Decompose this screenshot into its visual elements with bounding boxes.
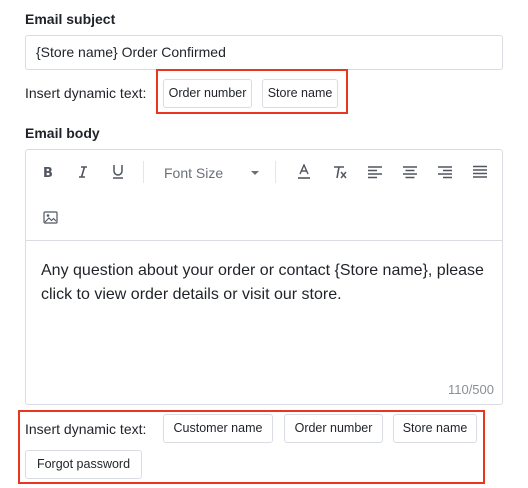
- email-body-editor[interactable]: B Font Size Any question about your orde…: [25, 149, 503, 405]
- email-subject-label: Email subject: [25, 11, 116, 27]
- subject-insert-dynamic-label: Insert dynamic text:: [25, 85, 147, 101]
- align-center-icon[interactable]: [400, 162, 420, 182]
- toolbar-separator: [143, 161, 144, 183]
- subject-chip-store-name[interactable]: Store name: [262, 79, 338, 108]
- body-chip-store-name[interactable]: Store name: [393, 414, 477, 443]
- align-justify-icon[interactable]: [470, 162, 490, 182]
- chevron-down-icon: [251, 171, 260, 175]
- email-subject-input[interactable]: {Store name} Order Confirmed: [25, 35, 503, 70]
- editor-toolbar: B Font Size: [26, 150, 502, 241]
- email-body-content[interactable]: Any question about your order or contact…: [41, 259, 496, 307]
- clear-format-icon[interactable]: [330, 162, 350, 182]
- underline-icon[interactable]: [108, 162, 128, 182]
- italic-icon[interactable]: [73, 162, 93, 182]
- align-left-icon[interactable]: [365, 162, 385, 182]
- font-size-dropdown[interactable]: Font Size: [164, 162, 260, 184]
- subject-chip-order-number[interactable]: Order number: [163, 79, 252, 108]
- image-icon[interactable]: [40, 207, 60, 227]
- body-insert-dynamic-label: Insert dynamic text:: [25, 421, 147, 437]
- toolbar-separator: [275, 161, 276, 183]
- font-size-placeholder: Font Size: [164, 165, 224, 181]
- body-chip-customer-name[interactable]: Customer name: [163, 414, 273, 443]
- align-right-icon[interactable]: [435, 162, 455, 182]
- email-body-label: Email body: [25, 125, 100, 141]
- bold-icon[interactable]: B: [38, 162, 58, 182]
- character-counter: 110/500: [447, 382, 494, 397]
- font-color-icon[interactable]: [294, 162, 314, 182]
- svg-text:B: B: [43, 166, 53, 179]
- body-chip-forgot-password[interactable]: Forgot password: [25, 450, 142, 479]
- body-chip-order-number[interactable]: Order number: [284, 414, 383, 443]
